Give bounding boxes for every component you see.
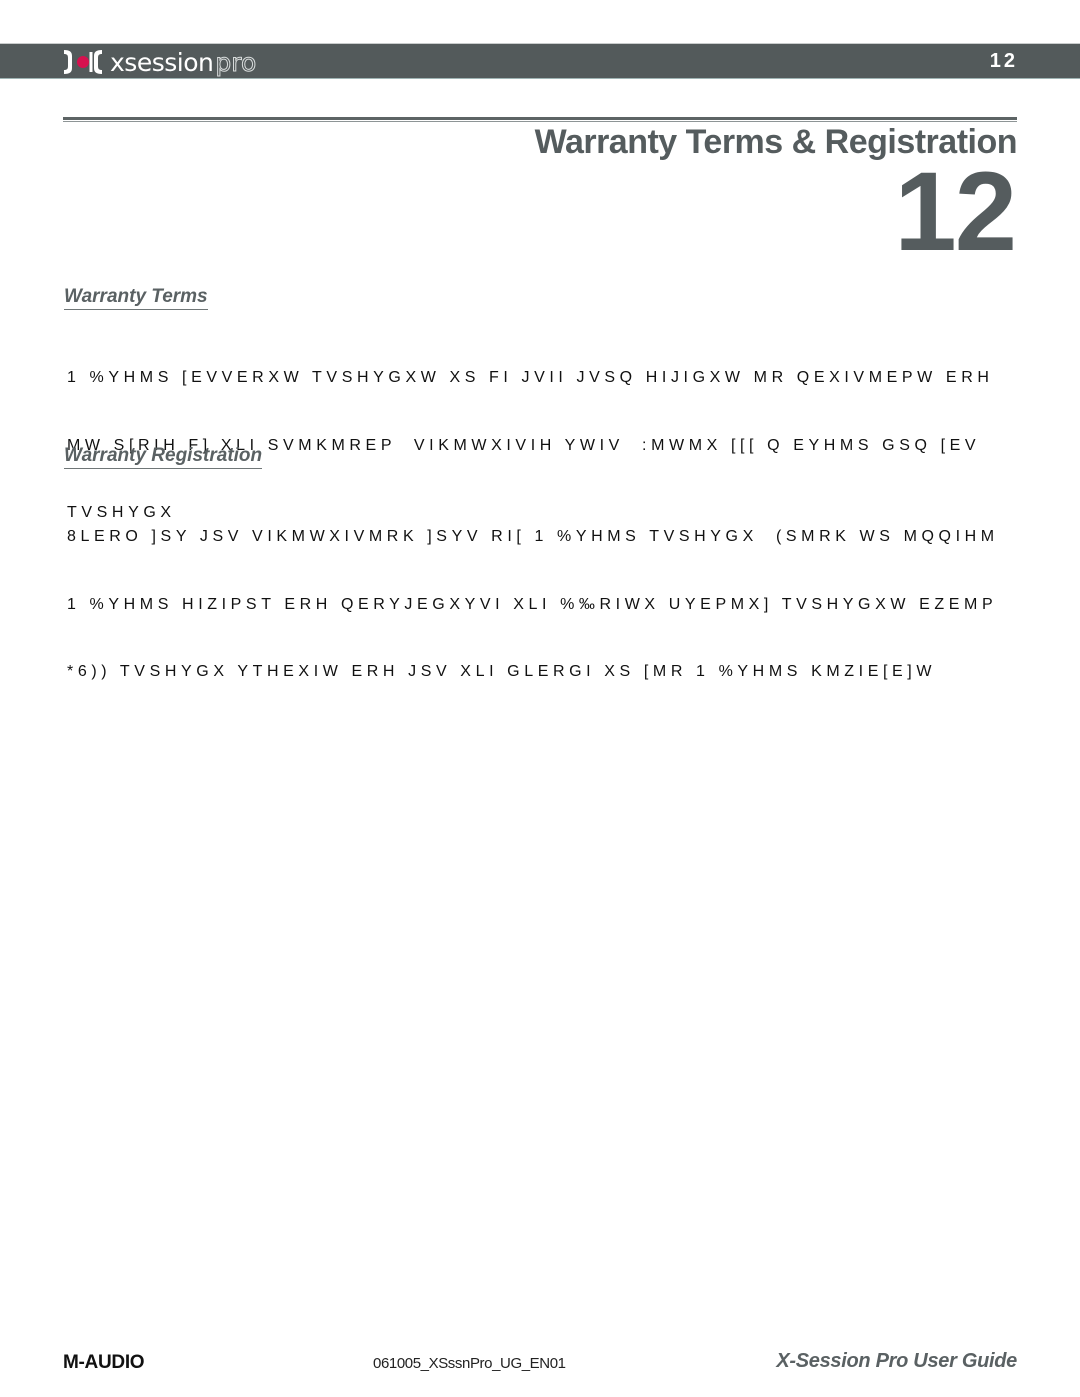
document-id: 061005_XSssnPro_UG_EN01 <box>373 1355 566 1372</box>
paragraph-line: *6)) TVSHYGX YTHEXIW ERH JSV XLI GLERGI … <box>67 663 937 680</box>
m-audio-logo: M-AUDIO <box>63 1352 145 1373</box>
xsession-logo-icon <box>64 50 102 74</box>
header-page-number: 12 <box>989 50 1018 72</box>
chapter-number: 12 <box>894 149 1017 274</box>
paragraph-line: 1 %YHMS HIZIPST ERH QERYJEGXYVI XLI %‰RI… <box>67 595 998 613</box>
paragraph-line: 8LERO ]SY JSV VIKMWXIVMRK ]SYV RI[ 1 %YH… <box>67 528 999 545</box>
title-rule <box>63 117 1017 120</box>
warranty-registration-paragraph: 8LERO ]SY JSV VIKMWXIVMRK ]SYV RI[ 1 %YH… <box>67 481 1080 706</box>
logo-wordmark: xsession <box>110 47 214 77</box>
xsession-pro-logo: xsession pro <box>62 47 257 77</box>
paragraph-line: 1 %YHMS [EVVERXW TVSHYGXW XS FI JVII JVS… <box>67 369 994 386</box>
page-header-bar: xsession pro 12 <box>0 43 1080 79</box>
guide-title: X-Session Pro User Guide <box>776 1350 1017 1372</box>
title-rule-thin <box>63 121 1017 122</box>
section-heading-warranty-registration: Warranty Registration <box>64 445 263 469</box>
section-heading-warranty-terms: Warranty Terms <box>64 286 208 310</box>
logo-suffix: pro <box>215 47 257 77</box>
